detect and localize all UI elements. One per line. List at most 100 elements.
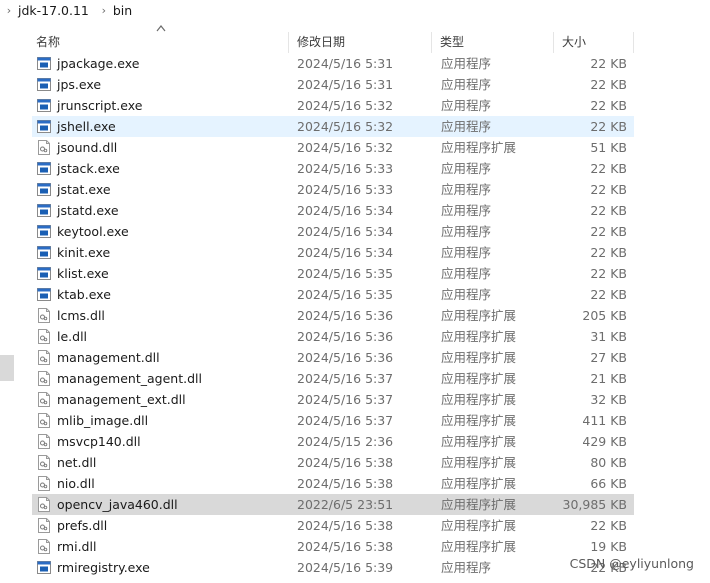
file-row[interactable]: le.dll 2024/5/16 5:36 应用程序扩展 31 KB	[32, 326, 634, 347]
file-row[interactable]: lcms.dll 2024/5/16 5:36 应用程序扩展 205 KB	[32, 305, 634, 326]
file-name: kinit.exe	[57, 245, 111, 260]
column-header-date[interactable]: 修改日期	[297, 32, 345, 53]
column-header-name[interactable]: 名称	[36, 32, 60, 53]
file-name: prefs.dll	[57, 518, 108, 533]
file-row[interactable]: management_agent.dll 2024/5/16 5:37 应用程序扩展…	[32, 368, 634, 389]
file-row[interactable]: jsound.dll 2024/5/16 5:32 应用程序扩展 51 KB	[32, 137, 634, 158]
file-name: rmiregistry.exe	[57, 560, 150, 575]
file-type: 应用程序	[441, 287, 492, 302]
file-name: ktab.exe	[57, 287, 111, 302]
file-size: 21 KB	[590, 371, 627, 386]
dll-file-icon	[37, 350, 51, 365]
file-size: 411 KB	[582, 413, 627, 428]
file-row[interactable]: keytool.exe 2024/5/16 5:34 应用程序 22 KB	[32, 221, 634, 242]
file-date: 2024/5/16 5:39	[297, 560, 394, 575]
file-date: 2024/5/15 2:36	[297, 434, 394, 449]
file-row[interactable]: klist.exe 2024/5/16 5:35 应用程序 22 KB	[32, 263, 634, 284]
file-size: 22 KB	[590, 119, 627, 134]
file-date: 2024/5/16 5:33	[297, 182, 394, 197]
file-type: 应用程序	[441, 560, 492, 575]
dll-file-icon	[37, 497, 51, 512]
breadcrumb-item-bin[interactable]: bin	[111, 3, 134, 18]
file-row[interactable]: rmi.dll 2024/5/16 5:38 应用程序扩展 19 KB	[32, 536, 634, 557]
file-name: management.dll	[57, 350, 160, 365]
application-exe-icon	[37, 77, 51, 92]
file-row[interactable]: ktab.exe 2024/5/16 5:35 应用程序 22 KB	[32, 284, 634, 305]
file-size: 205 KB	[582, 308, 627, 323]
dll-file-icon	[37, 434, 51, 449]
file-row[interactable]: management_ext.dll 2024/5/16 5:37 应用程序扩展 32…	[32, 389, 634, 410]
file-row[interactable]: jstatd.exe 2024/5/16 5:34 应用程序 22 KB	[32, 200, 634, 221]
file-date: 2024/5/16 5:37	[297, 413, 394, 428]
navigation-pane-selected-item[interactable]	[0, 355, 14, 381]
file-row[interactable]: rmiregistry.exe 2024/5/16 5:39 应用程序 22 KB	[32, 557, 634, 578]
application-exe-icon	[37, 287, 51, 302]
watermark: CSDN @eyliyunlong	[569, 556, 694, 571]
breadcrumb-item-jdk[interactable]: jdk-17.0.11	[16, 3, 91, 18]
file-name: opencv_java460.dll	[57, 497, 178, 512]
file-type: 应用程序	[441, 182, 492, 197]
file-row[interactable]: nio.dll 2024/5/16 5:38 应用程序扩展 66 KB	[32, 473, 634, 494]
file-row[interactable]: prefs.dll 2024/5/16 5:38 应用程序扩展 22 KB	[32, 515, 634, 536]
file-name: le.dll	[57, 329, 88, 344]
file-row[interactable]: jstack.exe 2024/5/16 5:33 应用程序 22 KB	[32, 158, 634, 179]
file-name: management_ext.dll	[57, 392, 186, 407]
file-type: 应用程序	[441, 266, 492, 281]
file-name: jstack.exe	[57, 161, 120, 176]
file-size: 22 KB	[590, 161, 627, 176]
file-size: 80 KB	[590, 455, 627, 470]
file-size: 51 KB	[590, 140, 627, 155]
file-type: 应用程序	[441, 161, 492, 176]
dll-file-icon	[37, 476, 51, 491]
file-date: 2024/5/16 5:38	[297, 539, 394, 554]
column-divider[interactable]	[553, 32, 554, 53]
file-size: 22 KB	[590, 182, 627, 197]
file-size: 22 KB	[590, 287, 627, 302]
file-row[interactable]: jpackage.exe 2024/5/16 5:31 应用程序 22 KB	[32, 53, 634, 74]
dll-file-icon	[37, 371, 51, 386]
file-row[interactable]: net.dll 2024/5/16 5:38 应用程序扩展 80 KB	[32, 452, 634, 473]
file-date: 2024/5/16 5:38	[297, 476, 394, 491]
file-row[interactable]: jshell.exe 2024/5/16 5:32 应用程序 22 KB	[32, 116, 634, 137]
file-row[interactable]: jps.exe 2024/5/16 5:31 应用程序 22 KB	[32, 74, 634, 95]
file-name: jrunscript.exe	[57, 98, 143, 113]
application-exe-icon	[37, 266, 51, 281]
chevron-right-icon[interactable]: ›	[97, 4, 111, 17]
file-date: 2024/5/16 5:35	[297, 287, 394, 302]
column-header-type[interactable]: 类型	[440, 32, 464, 53]
file-size: 32 KB	[590, 392, 627, 407]
file-row[interactable]: jrunscript.exe 2024/5/16 5:32 应用程序 22 KB	[32, 95, 634, 116]
file-name: klist.exe	[57, 266, 109, 281]
column-divider[interactable]	[431, 32, 432, 53]
column-divider[interactable]	[288, 32, 289, 53]
file-size: 22 KB	[590, 518, 627, 533]
file-row[interactable]: management.dll 2024/5/16 5:36 应用程序扩展 27 KB	[32, 347, 634, 368]
file-date: 2024/5/16 5:32	[297, 140, 394, 155]
navigation-pane[interactable]	[0, 21, 14, 583]
file-type: 应用程序	[441, 224, 492, 239]
file-row[interactable]: opencv_java460.dll 2022/6/5 23:51 应用程序扩展 30…	[32, 494, 634, 515]
file-name: net.dll	[57, 455, 97, 470]
file-row[interactable]: jstat.exe 2024/5/16 5:33 应用程序 22 KB	[32, 179, 634, 200]
file-date: 2024/5/16 5:33	[297, 161, 394, 176]
file-size: 22 KB	[590, 56, 627, 71]
file-row[interactable]: kinit.exe 2024/5/16 5:34 应用程序 22 KB	[32, 242, 634, 263]
file-date: 2024/5/16 5:32	[297, 98, 394, 113]
column-divider[interactable]	[633, 32, 634, 53]
file-date: 2024/5/16 5:36	[297, 308, 394, 323]
column-header-size[interactable]: 大小	[562, 32, 586, 53]
chevron-right-icon[interactable]: ›	[2, 4, 16, 17]
application-exe-icon	[37, 203, 51, 218]
application-exe-icon	[37, 98, 51, 113]
file-size: 22 KB	[590, 203, 627, 218]
file-type: 应用程序	[441, 98, 492, 113]
file-size: 22 KB	[590, 224, 627, 239]
file-size: 22 KB	[590, 98, 627, 113]
file-name: jshell.exe	[57, 119, 116, 134]
file-date: 2024/5/16 5:31	[297, 56, 394, 71]
application-exe-icon	[37, 245, 51, 260]
file-name: msvcp140.dll	[57, 434, 141, 449]
file-row[interactable]: mlib_image.dll 2024/5/16 5:37 应用程序扩展 411 KB	[32, 410, 634, 431]
file-size: 429 KB	[582, 434, 627, 449]
file-row[interactable]: msvcp140.dll 2024/5/15 2:36 应用程序扩展 429 KB	[32, 431, 634, 452]
